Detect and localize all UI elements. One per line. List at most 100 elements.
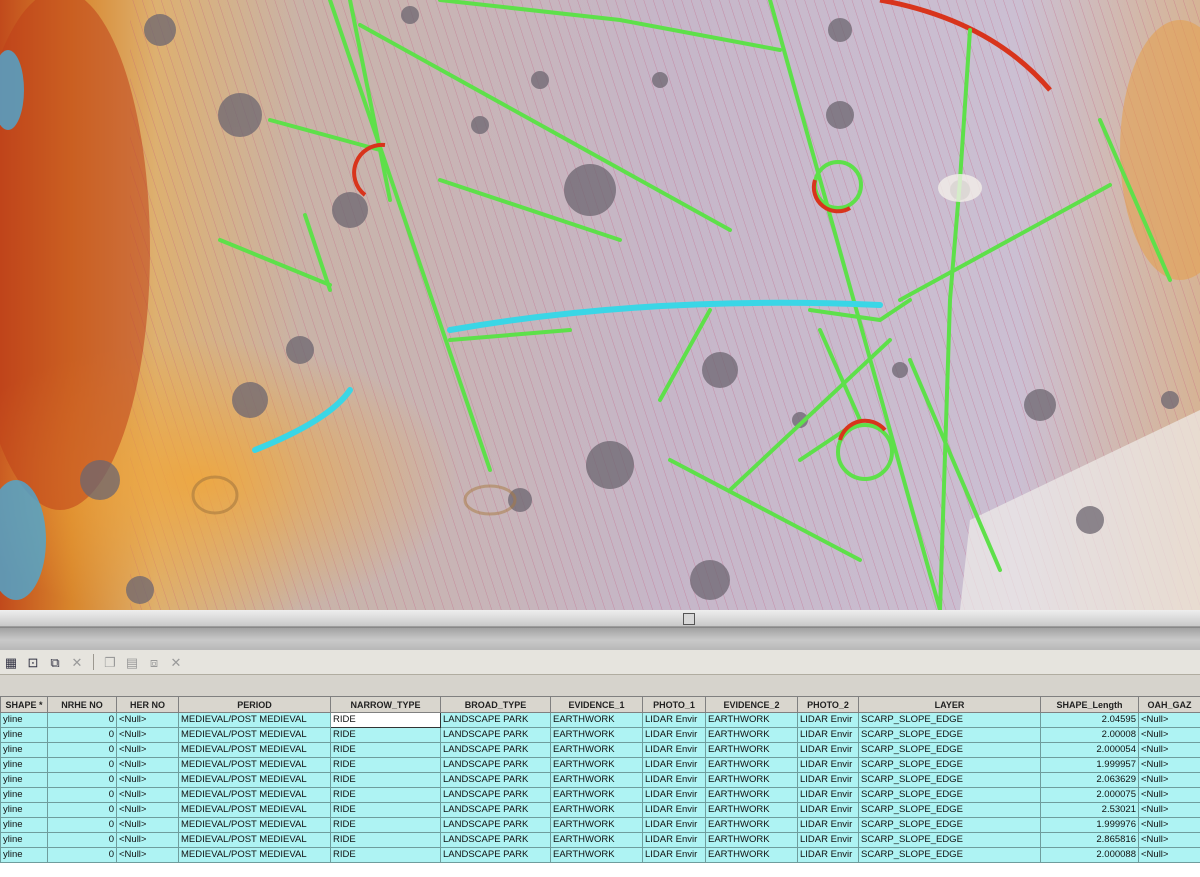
table-cell[interactable]: RIDE <box>330 727 441 743</box>
table-cell[interactable]: EARTHWORK <box>550 712 643 728</box>
table-cell[interactable]: 2.04595 <box>1040 712 1139 728</box>
table-cell[interactable]: SCARP_SLOPE_EDGE <box>858 772 1041 788</box>
column-header[interactable]: PHOTO_1 <box>642 696 706 713</box>
table-cell[interactable]: LIDAR Envir <box>797 832 859 848</box>
column-header[interactable]: OAH_GAZ <box>1138 696 1200 713</box>
table-cell[interactable]: LANDSCAPE PARK <box>440 847 551 863</box>
table-cell[interactable]: LIDAR Envir <box>797 847 859 863</box>
table-cell[interactable]: LIDAR Envir <box>797 817 859 833</box>
table-cell[interactable]: 0 <box>47 757 117 773</box>
table-cell[interactable]: <Null> <box>116 757 179 773</box>
table-cell[interactable]: LIDAR Envir <box>642 817 706 833</box>
table-cell[interactable]: 0 <box>47 832 117 848</box>
table-cell[interactable]: <Null> <box>1138 727 1200 743</box>
table-cell[interactable]: <Null> <box>116 772 179 788</box>
column-header[interactable]: NARROW_TYPE <box>330 696 441 713</box>
table-cell[interactable]: LANDSCAPE PARK <box>440 727 551 743</box>
table-cell[interactable]: yline <box>0 802 48 818</box>
table-cell[interactable]: EARTHWORK <box>550 757 643 773</box>
select-all-icon[interactable]: ▦ <box>3 654 19 670</box>
table-cell[interactable]: 0 <box>47 772 117 788</box>
column-header[interactable]: PHOTO_2 <box>797 696 859 713</box>
table-cell[interactable]: LANDSCAPE PARK <box>440 787 551 803</box>
table-cell[interactable]: LIDAR Envir <box>797 787 859 803</box>
table-cell[interactable]: LANDSCAPE PARK <box>440 817 551 833</box>
table-cell[interactable]: EARTHWORK <box>705 772 798 788</box>
table-row[interactable]: yline 0 <Null> MEDIEVAL/POST MEDIEVAL RIDE LA… <box>0 832 1200 848</box>
column-header[interactable]: SHAPE_Length <box>1040 696 1139 713</box>
table-cell[interactable]: 2.063629 <box>1040 772 1139 788</box>
table-cell[interactable]: yline <box>0 787 48 803</box>
table-cell[interactable]: <Null> <box>1138 757 1200 773</box>
table-cell[interactable]: EARTHWORK <box>705 742 798 758</box>
table-cell[interactable]: EARTHWORK <box>705 847 798 863</box>
table-cell[interactable]: LIDAR Envir <box>642 757 706 773</box>
table-cell[interactable]: EARTHWORK <box>550 742 643 758</box>
table-cell[interactable]: EARTHWORK <box>550 772 643 788</box>
table-cell[interactable]: 0 <box>47 727 117 743</box>
table-cell[interactable]: LANDSCAPE PARK <box>440 802 551 818</box>
table-cell[interactable]: EARTHWORK <box>550 847 643 863</box>
table-cell[interactable]: EARTHWORK <box>550 802 643 818</box>
table-cell[interactable]: SCARP_SLOPE_EDGE <box>858 802 1041 818</box>
table-cell[interactable]: LANDSCAPE PARK <box>440 757 551 773</box>
table-cell[interactable]: 0 <box>47 802 117 818</box>
table-cell[interactable]: SCARP_SLOPE_EDGE <box>858 727 1041 743</box>
table-cell[interactable]: LIDAR Envir <box>797 772 859 788</box>
table-cell[interactable]: <Null> <box>1138 787 1200 803</box>
table-cell[interactable]: SCARP_SLOPE_EDGE <box>858 847 1041 863</box>
table-cell[interactable]: 1.999957 <box>1040 757 1139 773</box>
table-cell[interactable]: 2.000075 <box>1040 787 1139 803</box>
attribute-table[interactable]: SHAPE * NRHE NO HER NO PERIOD NARROW_TYPE BRO… <box>0 696 1200 877</box>
table-cell[interactable]: LIDAR Envir <box>642 772 706 788</box>
table-cell[interactable]: LIDAR Envir <box>642 802 706 818</box>
table-cell[interactable]: EARTHWORK <box>705 802 798 818</box>
zoom-to-selected-icon[interactable]: ⧉ <box>47 654 63 670</box>
table-cell[interactable]: SCARP_SLOPE_EDGE <box>858 742 1041 758</box>
copy-icon[interactable]: ❐ <box>102 654 118 670</box>
table-cell[interactable]: 2.53021 <box>1040 802 1139 818</box>
table-row[interactable]: yline 0 <Null> MEDIEVAL/POST MEDIEVAL RIDE LA… <box>0 727 1200 743</box>
table-cell[interactable]: 0 <box>47 712 117 728</box>
table-cell[interactable]: <Null> <box>1138 772 1200 788</box>
table-cell[interactable]: LIDAR Envir <box>797 742 859 758</box>
table-cell[interactable]: <Null> <box>1138 742 1200 758</box>
table-cell[interactable]: <Null> <box>1138 712 1200 728</box>
table-cell[interactable]: RIDE <box>330 802 441 818</box>
table-cell[interactable]: RIDE <box>330 832 441 848</box>
table-cell[interactable]: SCARP_SLOPE_EDGE <box>858 712 1041 728</box>
panel-splitter[interactable] <box>0 610 1200 650</box>
table-cell[interactable]: EARTHWORK <box>705 832 798 848</box>
table-cell[interactable]: LANDSCAPE PARK <box>440 832 551 848</box>
table-cell[interactable]: MEDIEVAL/POST MEDIEVAL <box>178 832 331 848</box>
table-cell[interactable]: SCARP_SLOPE_EDGE <box>858 787 1041 803</box>
column-header[interactable]: NRHE NO <box>47 696 117 713</box>
table-cell[interactable]: 0 <box>47 787 117 803</box>
table-cell[interactable]: LIDAR Envir <box>797 712 859 728</box>
table-cell[interactable]: EARTHWORK <box>550 832 643 848</box>
table-cell[interactable]: LANDSCAPE PARK <box>440 742 551 758</box>
table-cell[interactable]: MEDIEVAL/POST MEDIEVAL <box>178 727 331 743</box>
table-row[interactable]: yline 0 <Null> MEDIEVAL/POST MEDIEVAL RIDE LA… <box>0 817 1200 833</box>
table-cell[interactable]: LIDAR Envir <box>642 787 706 803</box>
field-calculator-icon[interactable]: ⧈ <box>146 654 162 670</box>
column-header[interactable]: EVIDENCE_2 <box>705 696 798 713</box>
table-cell[interactable]: yline <box>0 832 48 848</box>
table-cell[interactable]: 1.999976 <box>1040 817 1139 833</box>
table-cell[interactable]: EARTHWORK <box>705 787 798 803</box>
lidar-hillshade-map[interactable] <box>0 0 1200 610</box>
table-cell[interactable]: RIDE <box>330 817 441 833</box>
table-cell[interactable]: 2.00008 <box>1040 727 1139 743</box>
table-cell[interactable]: <Null> <box>116 742 179 758</box>
table-cell[interactable]: <Null> <box>1138 847 1200 863</box>
table-cell[interactable]: <Null> <box>116 727 179 743</box>
table-cell[interactable]: 2.000054 <box>1040 742 1139 758</box>
table-cell[interactable]: SCARP_SLOPE_EDGE <box>858 817 1041 833</box>
table-cell[interactable]: EARTHWORK <box>705 712 798 728</box>
table-cell[interactable]: EARTHWORK <box>705 817 798 833</box>
table-cell[interactable]: 0 <box>47 742 117 758</box>
table-cell[interactable]: <Null> <box>1138 817 1200 833</box>
table-cell[interactable]: MEDIEVAL/POST MEDIEVAL <box>178 847 331 863</box>
table-cell[interactable]: <Null> <box>1138 802 1200 818</box>
table-cell[interactable]: yline <box>0 727 48 743</box>
